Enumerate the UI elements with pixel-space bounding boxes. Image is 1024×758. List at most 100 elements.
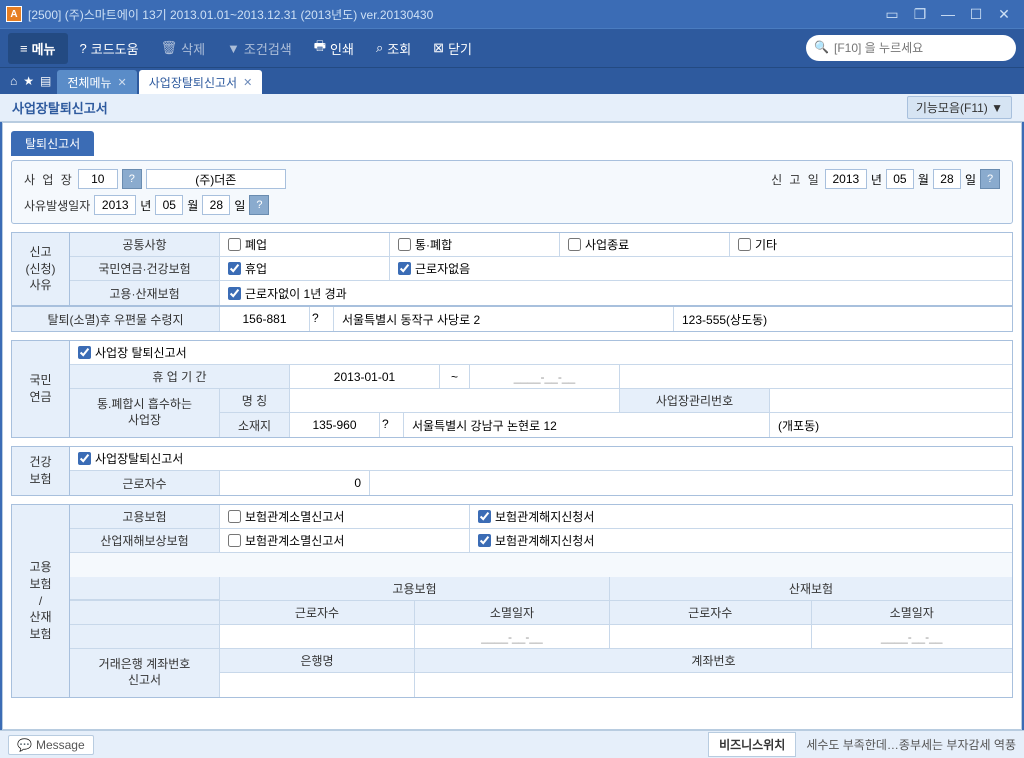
subheader: 사업장탈퇴신고서 기능모음(F11) ▼ [0,94,1024,122]
home-icon[interactable]: ⌂ [10,74,17,88]
health-label: 건강 보험 [12,447,70,495]
end-checkbox[interactable] [568,238,581,251]
merge-checkbox[interactable] [398,238,411,251]
reason-year-input[interactable] [94,195,136,215]
bank-label: 거래은행 계좌번호 신고서 [70,649,220,697]
mgmt-no-label: 사업장관리번호 [620,389,770,412]
loc-detail: (개포동) [770,413,1012,437]
ind-ext-report-checkbox[interactable] [228,534,241,547]
print-button[interactable]: 🖶 인쇄 [304,31,364,65]
subtab-withdrawal[interactable]: 탈퇴신고서 [11,131,94,156]
printer-icon: 🖶 [314,37,326,59]
pension-withdrawal-checkbox[interactable] [78,346,91,359]
employ-industrial-header: 고용·산재보험 [70,281,220,305]
main-toolbar: ≡ 메뉴 ? 코드도움 🗑 삭제 ▼ 조건검색 🖶 인쇄 ⌕ 조회 ⊠ 닫기 [0,28,1024,68]
tab-withdrawal-report[interactable]: 사업장탈퇴신고서 ✕ [139,70,263,94]
emp-cancel-app-checkbox[interactable] [478,510,491,523]
statusbar: 💬 Message 비즈니스위치 세수도 부족한데…종부세는 부자감세 역풍 [0,730,1024,758]
search-icon: ⌕ [376,40,383,56]
blank-header2 [70,601,220,624]
pension-label: 국민 연금 [12,341,70,437]
mail-label: 탈퇴(소멸)후 우편물 수령지 [12,307,220,331]
reason-month-input[interactable] [155,195,183,215]
maximize-button[interactable]: ☐ [962,3,990,25]
loc-zip: 135-960 [290,413,380,437]
mgmt-no-value[interactable] [770,389,1012,412]
search-wrap [806,35,1016,61]
menu-button[interactable]: ≡ 메뉴 [8,33,68,64]
trash-icon: 🗑 [161,40,178,56]
report-day-input[interactable] [933,169,961,189]
report-month-input[interactable] [886,169,914,189]
acct-no-value[interactable] [415,673,1012,697]
global-search-input[interactable] [806,35,1016,61]
tab-all-menu[interactable]: 전체메뉴 ✕ [57,70,136,94]
biz-label: 사 업 장 [24,171,74,188]
mail-zip: 156-881 [220,307,310,331]
report-year-input[interactable] [825,169,867,189]
biz-switch-button[interactable]: 비즈니스위치 [708,732,796,757]
emp-workers-value[interactable] [220,625,415,648]
reason-section: 신고 (신청) 사유 공통사항 폐업 통·폐합 사업종료 기타 국민연금·건강보… [11,232,1013,306]
loc-help-button[interactable]: ? [382,416,400,434]
month-unit: 월 [187,197,198,214]
functions-dropdown[interactable]: 기능모음(F11) ▼ [907,96,1012,119]
mail-section: 탈퇴(소멸)후 우편물 수령지 156-881 ? 서울특별시 동작구 사당로 … [11,306,1013,332]
cascade-icon[interactable]: ❐ [906,3,934,25]
absorb-name-value[interactable] [290,389,620,412]
health-withdrawal-checkbox[interactable] [78,452,91,465]
bank-name-header: 은행명 [220,649,415,672]
minimize-button[interactable]: — [934,3,962,25]
reason-date-help-button[interactable]: ? [249,195,269,215]
no-worker-checkbox[interactable] [398,262,411,275]
reason-date-label: 사유발생일자 [24,197,90,214]
query-button[interactable]: ⌕ 조회 [366,33,421,64]
mail-help-button[interactable]: ? [312,310,330,328]
close-button[interactable]: ✕ [990,3,1018,25]
speech-bubble-icon: 💬 [17,738,32,752]
bank-name-value[interactable] [220,673,415,697]
close-panel-button[interactable]: ⊠ 닫기 [423,33,482,64]
delete-button[interactable]: 🗑 삭제 [151,33,215,64]
biz-name-input[interactable] [146,169,286,189]
emp-workers-header: 근로자수 [220,601,415,624]
code-help-button[interactable]: ? 코드도움 [70,33,149,64]
star-icon[interactable]: ★ [23,74,34,88]
close-icon[interactable]: ✕ [118,76,127,89]
biz-help-button[interactable]: ? [122,169,142,189]
emp-ext-report-checkbox[interactable] [228,510,241,523]
period-to[interactable]: ____-__-__ [470,365,620,388]
acct-no-header: 계좌번호 [415,649,1012,672]
day-unit: 일 [234,197,245,214]
ind-date-value[interactable]: ____-__-__ [812,625,1013,648]
x-box-icon: ⊠ [433,40,444,56]
cond-search-button[interactable]: ▼ 조건검색 [217,33,302,64]
rest-period-label: 휴 업 기 간 [70,365,290,388]
period-from[interactable]: 2013-01-01 [290,365,440,388]
close-icon[interactable]: ✕ [243,76,252,89]
ind-cancel-app-checkbox[interactable] [478,534,491,547]
emp-col-header: 고용보험 [220,577,610,600]
book-icon[interactable]: ▭ [878,3,906,25]
reason-day-input[interactable] [202,195,230,215]
closed-checkbox[interactable] [228,238,241,251]
report-date-help-button[interactable]: ? [980,169,1000,189]
common-header: 공통사항 [70,233,220,256]
ind-workers-header: 근로자수 [610,601,812,624]
biz-code-input[interactable] [78,169,118,189]
page-title: 사업장탈퇴신고서 [12,98,108,117]
emp-date-value[interactable]: ____-__-__ [415,625,610,648]
worker-count-value[interactable]: 0 [220,471,370,495]
header-panel: 사 업 장 ? 신 고 일 년 월 일 ? 사유발생일자 년 월 일 ? [11,160,1013,224]
card-icon[interactable]: ▤ [40,74,51,88]
rest-checkbox[interactable] [228,262,241,275]
blank-header3 [70,625,220,648]
ind-workers-value[interactable] [610,625,812,648]
employment-label: 고용 보험 / 산재 보험 [12,505,70,697]
one-year-checkbox[interactable] [228,287,241,300]
window-title: [2500] (주)스마트에이 13기 2013.01.01~2013.12.3… [28,6,878,23]
etc-checkbox[interactable] [738,238,751,251]
ind-date-header: 소멸일자 [812,601,1013,624]
absorb-label: 통.폐합시 흡수하는 사업장 [70,389,220,437]
pension-section: 국민 연금 사업장 탈퇴신고서 휴 업 기 간 2013-01-01 ~ ___… [11,340,1013,438]
